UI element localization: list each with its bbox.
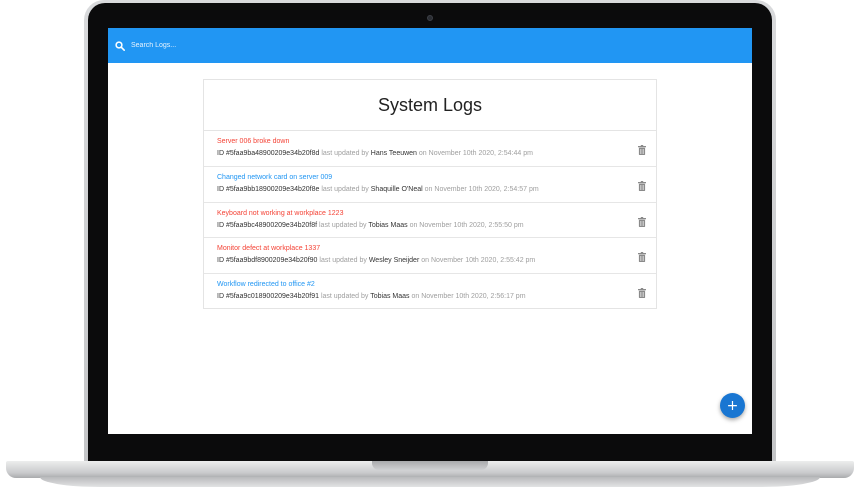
trash-icon[interactable] bbox=[638, 216, 646, 227]
trash-icon[interactable] bbox=[638, 288, 646, 299]
tech-name: Shaquille O'Neal bbox=[370, 185, 423, 193]
log-id: ID #5faa9c018900209e34b20f91 bbox=[217, 293, 319, 301]
updated-by-label: last updated by bbox=[319, 221, 367, 229]
log-list: Server 006 broke down ID #5faa9ba4890020… bbox=[204, 131, 656, 310]
log-date: on November 10th 2020, 2:55:50 pm bbox=[409, 221, 524, 229]
log-item: Workflow redirected to office #2 ID #5fa… bbox=[204, 274, 656, 310]
log-id: ID #5faa9bb18900209e34b20f8e bbox=[217, 185, 320, 193]
updated-by-label: last updated by bbox=[321, 185, 369, 193]
add-log-button[interactable]: + bbox=[720, 393, 745, 418]
log-item: Monitor defect at workplace 1337 ID #5fa… bbox=[204, 238, 656, 275]
tech-name: Hans Teeuwen bbox=[370, 150, 417, 157]
add-icon: + bbox=[726, 397, 739, 414]
log-meta: ID #5faa9bc48900209e34b20f8f last update… bbox=[217, 221, 656, 230]
tech-name: Tobias Maas bbox=[370, 293, 410, 301]
updated-by-label: last updated by bbox=[319, 257, 367, 265]
app-screen: System Logs Server 006 broke down ID #5f… bbox=[108, 28, 752, 434]
log-date: on November 10th 2020, 2:55:42 pm bbox=[421, 257, 536, 265]
log-item: Keyboard not working at workplace 1223 I… bbox=[204, 203, 656, 239]
tech-name: Wesley Sneijder bbox=[368, 257, 420, 265]
log-message-link[interactable]: Workflow redirected to office #2 bbox=[217, 280, 656, 289]
log-message-link[interactable]: Keyboard not working at workplace 1223 bbox=[217, 209, 656, 218]
log-message-link[interactable]: Server 006 broke down bbox=[217, 137, 656, 146]
log-id: ID #5faa9bdf8900209e34b20f90 bbox=[217, 257, 318, 265]
updated-by-label: last updated by bbox=[321, 150, 369, 157]
laptop-notch bbox=[372, 461, 488, 470]
laptop-base-bottom bbox=[40, 477, 820, 487]
nav-bar bbox=[108, 28, 752, 63]
log-date: on November 10th 2020, 2:56:17 pm bbox=[411, 293, 526, 301]
log-item: Changed network card on server 009 ID #5… bbox=[204, 167, 656, 203]
updated-by-label: last updated by bbox=[320, 293, 369, 301]
log-date: on November 10th 2020, 2:54:57 pm bbox=[424, 185, 539, 193]
trash-icon[interactable] bbox=[638, 145, 646, 155]
log-id: ID #5faa9ba48900209e34b20f8d bbox=[217, 150, 320, 157]
log-message-link[interactable]: Changed network card on server 009 bbox=[217, 173, 656, 182]
log-id: ID #5faa9bc48900209e34b20f8f bbox=[217, 221, 318, 229]
trash-icon[interactable] bbox=[638, 252, 646, 263]
log-message-link[interactable]: Monitor defect at workplace 1337 bbox=[217, 244, 656, 253]
log-item: Server 006 broke down ID #5faa9ba4890020… bbox=[204, 131, 656, 167]
log-meta: ID #5faa9bdf8900209e34b20f90 last update… bbox=[217, 256, 656, 265]
search-input[interactable] bbox=[131, 35, 331, 56]
logs-card: System Logs Server 006 broke down ID #5f… bbox=[203, 79, 657, 309]
log-date: on November 10th 2020, 2:54:44 pm bbox=[418, 150, 533, 157]
trash-icon[interactable] bbox=[638, 180, 646, 191]
log-meta: ID #5faa9bb18900209e34b20f8e last update… bbox=[217, 185, 656, 194]
search-icon bbox=[115, 40, 125, 51]
log-meta: ID #5faa9ba48900209e34b20f8d last update… bbox=[217, 149, 656, 158]
tech-name: Tobias Maas bbox=[368, 221, 408, 229]
log-meta: ID #5faa9c018900209e34b20f91 last update… bbox=[217, 292, 656, 301]
page-title: System Logs bbox=[204, 80, 656, 131]
camera-icon bbox=[427, 15, 433, 21]
